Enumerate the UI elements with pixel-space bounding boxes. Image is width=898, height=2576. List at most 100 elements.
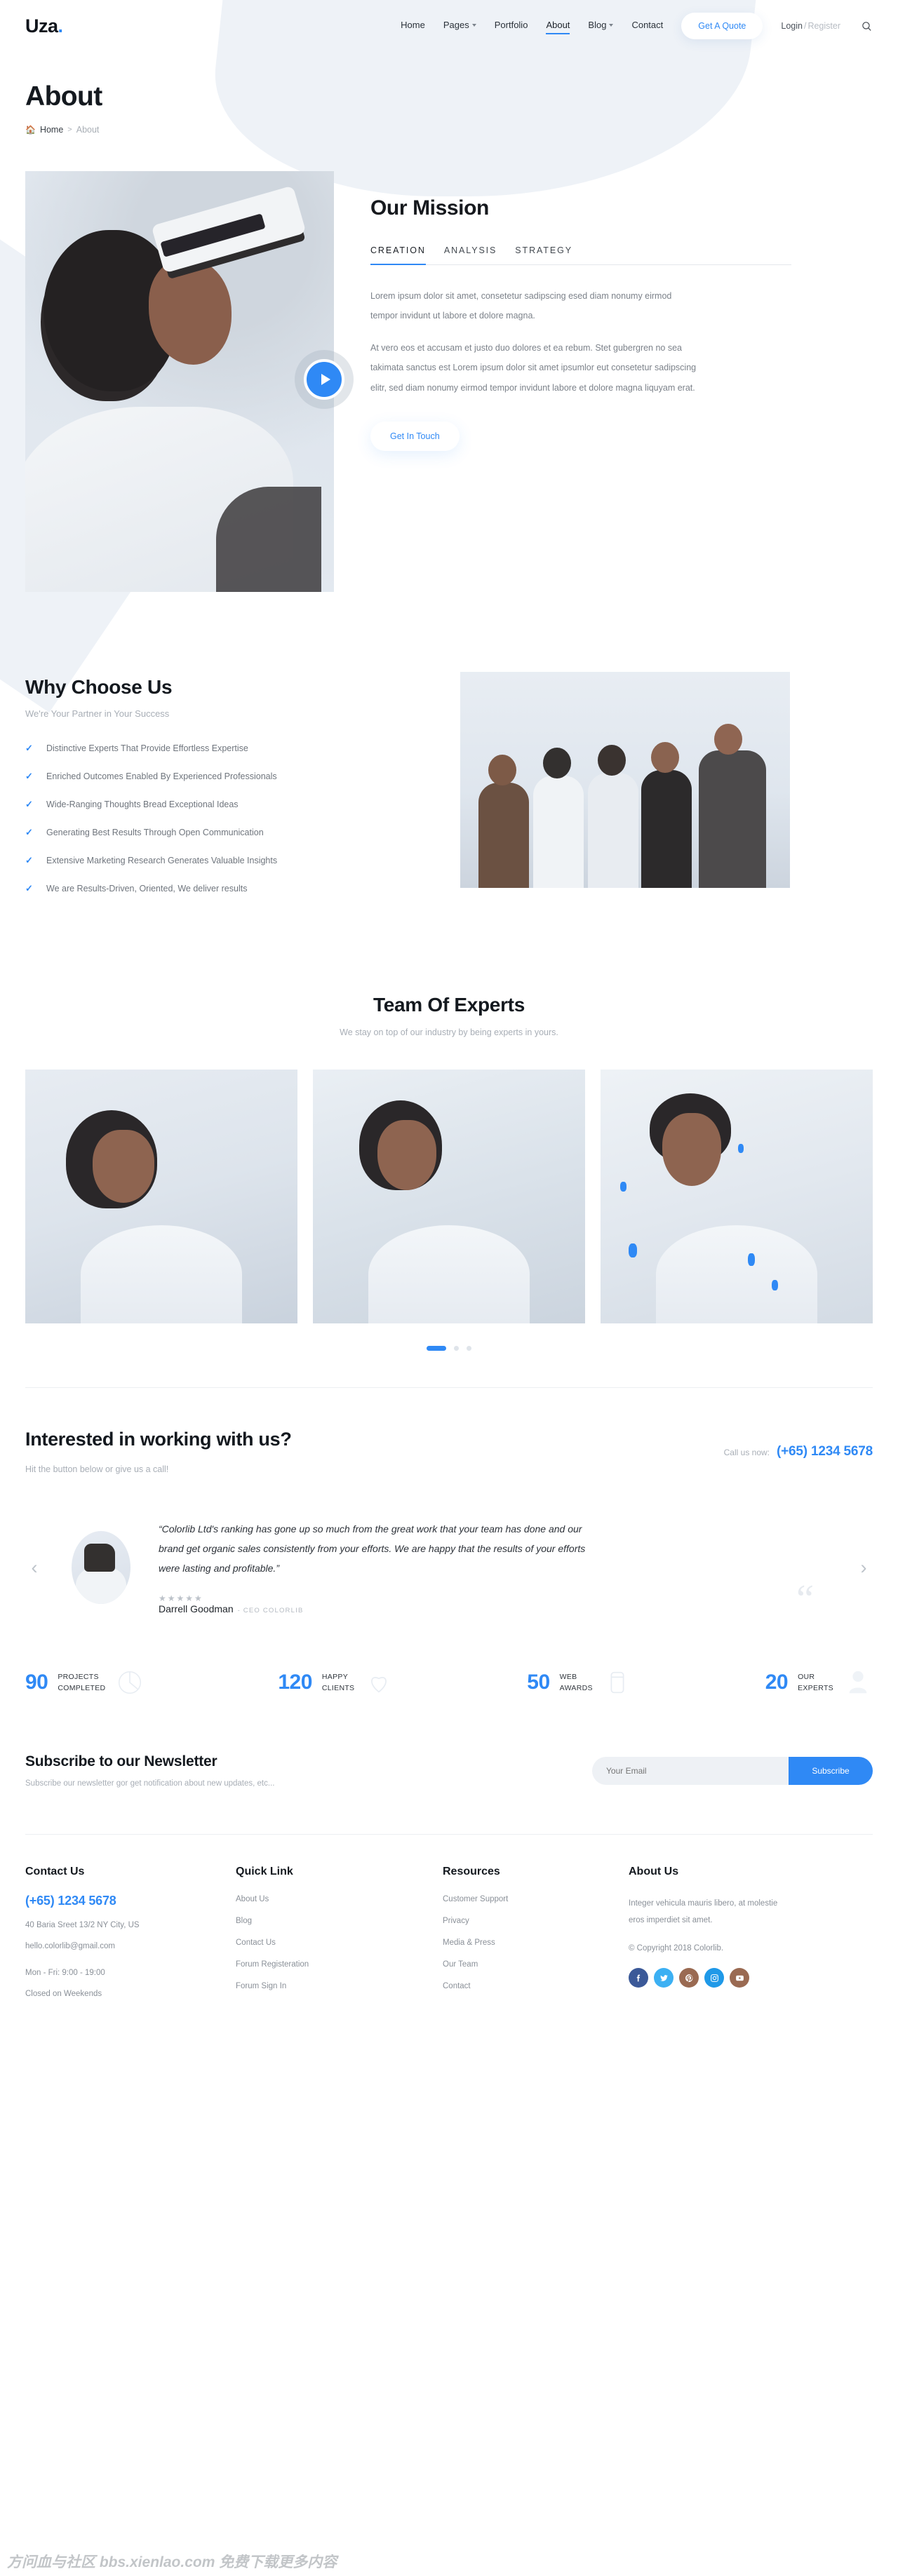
- team-member-card-3[interactable]: [601, 1070, 873, 1323]
- why-list-item: ✓ Extensive Marketing Research Generates…: [25, 855, 418, 866]
- facebook-icon[interactable]: [629, 1968, 648, 1988]
- site-logo[interactable]: Uza.: [25, 15, 63, 37]
- team-member-card-2[interactable]: [313, 1070, 585, 1323]
- site-header: Uza. Home Pages Portfolio About Blog Con…: [0, 0, 898, 52]
- newsletter-form: Subscribe: [592, 1756, 873, 1785]
- counter-web-awards: 50 WEB AWARDS: [527, 1668, 631, 1697]
- tab-strategy[interactable]: STRATEGY: [515, 245, 572, 255]
- newsletter-title: Subscribe to our Newsletter: [25, 1753, 217, 1769]
- avatar: [72, 1531, 130, 1604]
- chevron-right-icon[interactable]: ›: [855, 1551, 873, 1584]
- footer-link[interactable]: Blog: [236, 1917, 443, 1925]
- heart-icon: [364, 1668, 394, 1697]
- footer-link[interactable]: Contact: [443, 1982, 629, 1990]
- nav-item-about[interactable]: About: [546, 20, 570, 34]
- chevron-down-icon: [471, 24, 476, 27]
- confetti-piece: [620, 1182, 626, 1192]
- counter-label: WEB AWARDS: [560, 1671, 593, 1694]
- vr-woman-photo: [25, 171, 334, 592]
- nav-item-blog[interactable]: Blog: [588, 19, 614, 33]
- quote-mark-icon: “: [796, 1577, 814, 1621]
- instagram-icon[interactable]: [704, 1968, 724, 1988]
- carousel-dot-3[interactable]: [467, 1346, 471, 1351]
- footer-link[interactable]: Privacy: [443, 1917, 629, 1925]
- get-a-quote-button[interactable]: Get A Quote: [681, 13, 763, 39]
- footer-title-quick-link: Quick Link: [236, 1866, 293, 1877]
- breadcrumb-home[interactable]: Home: [40, 125, 63, 135]
- nav-item-home[interactable]: Home: [401, 20, 425, 33]
- mission-paragraph-2: At vero eos et accusam et justo duo dolo…: [370, 343, 697, 393]
- cta-subtitle: Hit the button below or give us a call!: [25, 1464, 169, 1474]
- counter-label-line2: EXPERTS: [798, 1684, 833, 1692]
- counter-label: PROJECTS COMPLETED: [58, 1671, 105, 1694]
- email-field[interactable]: [592, 1756, 789, 1785]
- pie-chart-icon: [115, 1668, 145, 1697]
- why-list-item: ✓ Distinctive Experts That Provide Effor…: [25, 743, 418, 754]
- tab-analysis[interactable]: ANALYSIS: [444, 245, 497, 255]
- login-register[interactable]: Login / Register: [781, 21, 840, 31]
- breadcrumb: 🏠 Home > About: [25, 125, 898, 135]
- testimonial-quote: “Colorlib Ltd's ranking has gone up so m…: [159, 1523, 586, 1574]
- footer-phone[interactable]: (+65) 1234 5678: [25, 1894, 236, 1908]
- confetti-piece: [748, 1253, 755, 1266]
- counter-number: 90: [25, 1671, 48, 1694]
- footer-link[interactable]: Contact Us: [236, 1938, 443, 1947]
- footer-link[interactable]: Forum Registeration: [236, 1960, 443, 1969]
- search-icon[interactable]: [859, 18, 874, 34]
- footer-address: 40 Baria Sreet 13/2 NY City, US: [25, 1921, 140, 1929]
- chevron-left-icon[interactable]: ‹: [25, 1551, 43, 1584]
- footer-title-about: About Us: [629, 1866, 679, 1877]
- testimonial-author-row: Darrell Goodman - CEO COLORLIB: [159, 1603, 838, 1616]
- footer-link[interactable]: Our Team: [443, 1960, 629, 1969]
- check-icon: ✓: [25, 799, 33, 809]
- nav-item-contact[interactable]: Contact: [631, 20, 663, 33]
- cta-call: Call us now: (+65) 1234 5678: [724, 1429, 873, 1459]
- tab-creation[interactable]: CREATION: [370, 245, 426, 265]
- trophy-icon: [603, 1668, 632, 1697]
- carousel-dots: [0, 1346, 898, 1351]
- register-link[interactable]: Register: [807, 21, 840, 31]
- photo-head-1: [488, 755, 516, 785]
- counter-number: 120: [278, 1671, 312, 1694]
- nav-label: Blog: [588, 19, 607, 30]
- cta-text: Interested in working with us? Hit the b…: [25, 1429, 292, 1474]
- footer-link[interactable]: Forum Sign In: [236, 1982, 443, 1990]
- why-item-label: Wide-Ranging Thoughts Bread Exceptional …: [46, 800, 239, 809]
- subscribe-button[interactable]: Subscribe: [789, 1756, 873, 1785]
- login-link[interactable]: Login: [781, 21, 803, 31]
- mission-title: Our Mission: [370, 196, 489, 220]
- footer-column-contact: Contact Us (+65) 1234 5678 40 Baria Sree…: [25, 1866, 236, 2004]
- carousel-dot-1[interactable]: [427, 1346, 446, 1351]
- team-selfie-photo: [460, 672, 790, 888]
- team-header: Team Of Experts We stay on top of our in…: [0, 994, 898, 1037]
- member-face: [377, 1120, 436, 1190]
- footer-social-links: [629, 1968, 873, 1988]
- check-icon: ✓: [25, 883, 33, 893]
- team-title: Team Of Experts: [373, 994, 525, 1016]
- call-number[interactable]: (+65) 1234 5678: [777, 1444, 873, 1459]
- twitter-icon[interactable]: [654, 1968, 674, 1988]
- youtube-icon[interactable]: [730, 1968, 749, 1988]
- logo-dot: .: [58, 15, 64, 36]
- get-in-touch-button[interactable]: Get In Touch: [370, 421, 460, 451]
- logo-text: Uza: [25, 15, 58, 36]
- confetti-piece: [738, 1144, 744, 1153]
- check-icon: ✓: [25, 771, 33, 781]
- mission-body: Our Mission CREATION ANALYSIS STRATEGY L…: [370, 171, 791, 592]
- team-member-card-1[interactable]: [25, 1070, 297, 1323]
- nav-label: Contact: [631, 19, 664, 30]
- footer-email[interactable]: hello.colorlib@gmail.com: [25, 1942, 236, 1950]
- play-icon[interactable]: [304, 359, 344, 400]
- team-subtitle: We stay on top of our industry by being …: [340, 1027, 558, 1037]
- why-list: ✓ Distinctive Experts That Provide Effor…: [25, 743, 418, 894]
- pinterest-icon[interactable]: [679, 1968, 699, 1988]
- testimonial-author: Darrell Goodman: [159, 1603, 234, 1614]
- photo-head-2: [543, 748, 571, 778]
- carousel-dot-2[interactable]: [454, 1346, 459, 1351]
- footer-link[interactable]: Customer Support: [443, 1895, 629, 1903]
- nav-item-pages[interactable]: Pages: [443, 20, 476, 33]
- breadcrumb-current: About: [76, 125, 100, 135]
- footer-link[interactable]: About Us: [236, 1895, 443, 1903]
- footer-link[interactable]: Media & Press: [443, 1938, 629, 1947]
- nav-item-portfolio[interactable]: Portfolio: [495, 20, 528, 33]
